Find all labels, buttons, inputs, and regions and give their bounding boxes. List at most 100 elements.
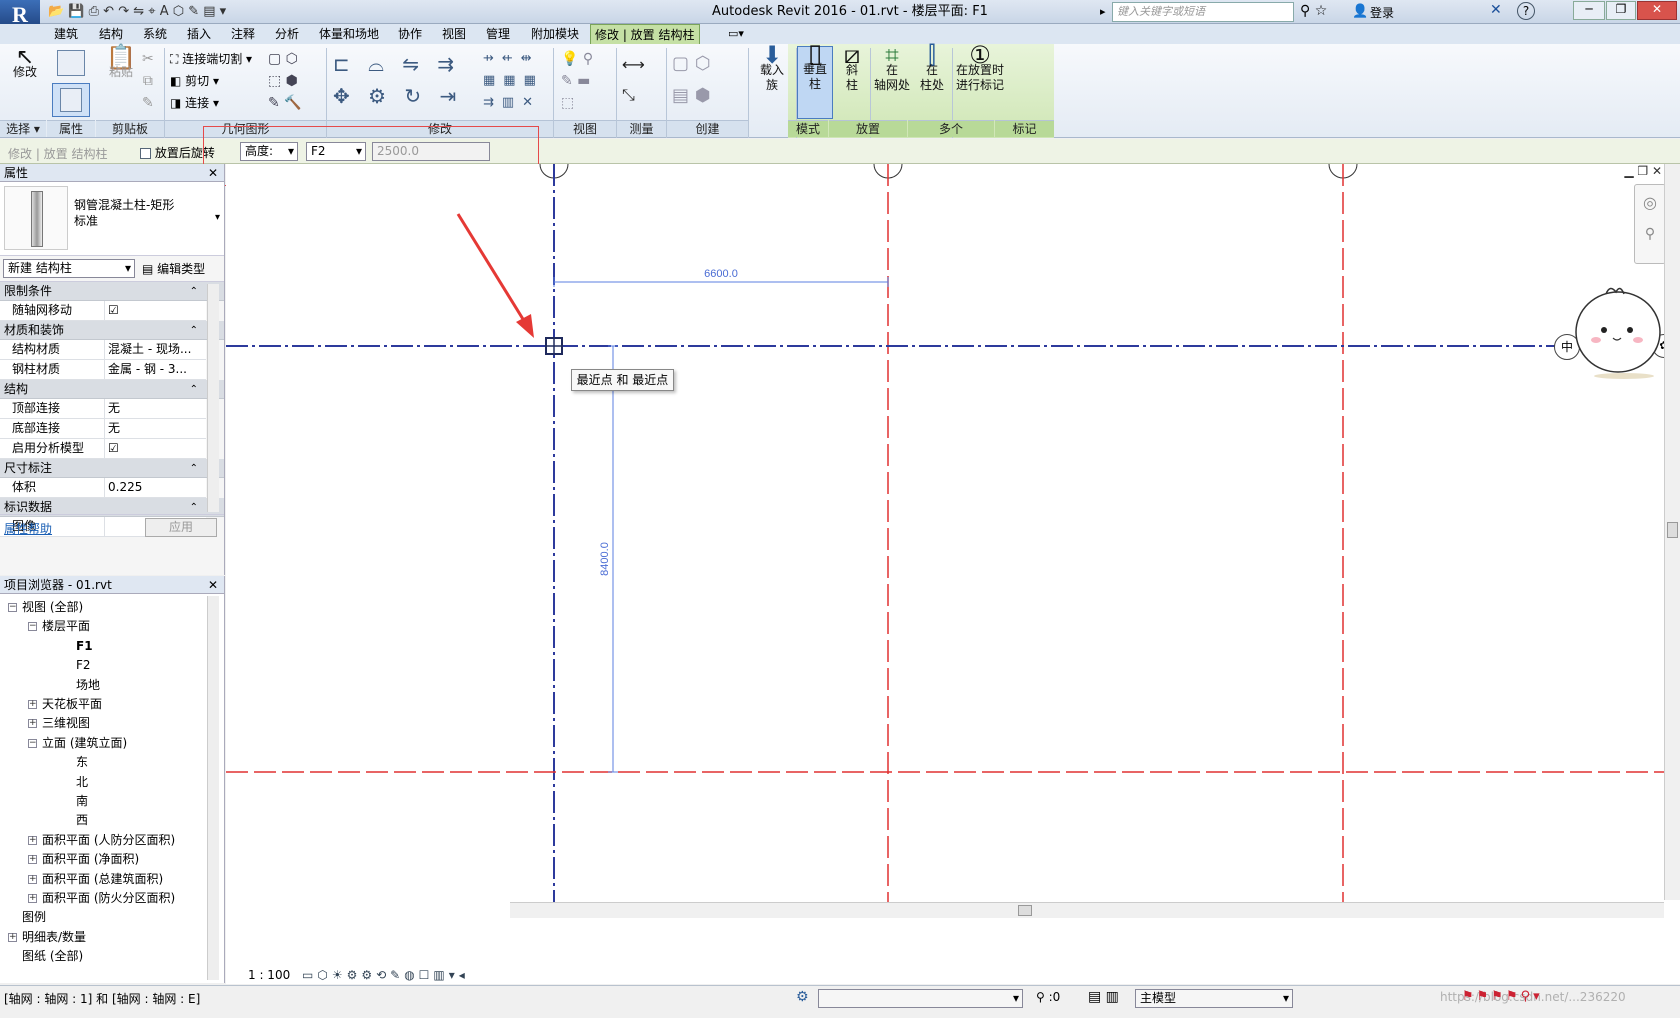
login-button[interactable]: 登录	[1370, 4, 1394, 21]
collapse-icon[interactable]: ⌃	[190, 321, 198, 340]
properties-scrollbar[interactable]	[207, 284, 219, 512]
binoculars-icon[interactable]: ⚲ ☆	[1300, 3, 1327, 19]
tab-annotate[interactable]: 注释	[227, 24, 259, 44]
tab-manage[interactable]: 管理	[482, 24, 514, 44]
tab-modify-place-column[interactable]: 修改 | 放置 结构柱	[590, 24, 700, 44]
collapse-icon[interactable]: ⌃	[190, 282, 198, 301]
property-group-header[interactable]: 限制条件 ⌃	[0, 282, 224, 301]
instance-filter-select[interactable]: 新建 结构柱 ▾	[3, 259, 135, 278]
property-row[interactable]: 钢柱材质 金属 - 钢 - 3...	[0, 360, 206, 380]
browser-tree-node[interactable]: 立面 (建筑立面)	[42, 734, 127, 753]
tab-analyze[interactable]: 分析	[271, 24, 303, 44]
property-group-header[interactable]: 尺寸标注 ⌃	[0, 459, 224, 478]
view-tools-icons[interactable]: 💡 ⚲ ✎ ▬ ⬚	[561, 48, 593, 114]
tab-architecture[interactable]: 建筑	[50, 24, 82, 44]
tab-view[interactable]: 视图	[438, 24, 470, 44]
workset-select[interactable]: ▾	[818, 989, 1023, 1008]
minimize-button[interactable]: ─	[1573, 1, 1605, 20]
load-family-button[interactable]: ⬇ 载入 族	[752, 43, 792, 93]
slanted-column-button[interactable]: ⧄ 斜 柱	[836, 42, 868, 93]
browser-tree-node[interactable]: 视图 (全部)	[22, 598, 83, 617]
navigation-bar[interactable]: ◎ ⚲	[1634, 184, 1666, 264]
close-browser-icon[interactable]: ✕	[208, 576, 218, 594]
measure-tools-icons[interactable]: ⟷ ⤡	[622, 50, 645, 110]
expand-node-icon[interactable]: +	[8, 932, 17, 942]
tab-addins[interactable]: 附加模块	[527, 24, 583, 44]
scroll-thumb[interactable]	[1667, 522, 1678, 538]
steering-wheel-icon[interactable]: ◎	[1635, 193, 1665, 212]
tab-systems[interactable]: 系统	[139, 24, 171, 44]
collapse-node-icon[interactable]: −	[28, 738, 37, 748]
browser-tree-node[interactable]: 面积平面 (人防分区面积)	[42, 831, 175, 850]
browser-tree-node[interactable]: F1	[76, 637, 93, 656]
properties-toggle-button[interactable]	[52, 83, 90, 117]
browser-scrollbar[interactable]	[207, 596, 219, 980]
view-control-bar[interactable]: 1 : 100 ▭⬡☀⚙⚙⟲✎◍☐▥▾◂	[240, 966, 570, 984]
expand-node-icon[interactable]: +	[28, 719, 37, 729]
type-properties-icon[interactable]	[54, 50, 88, 78]
vertical-column-button[interactable]: ▯ 垂直 柱	[797, 41, 833, 119]
tab-structure[interactable]: 结构	[95, 24, 127, 44]
property-row[interactable]: 启用分析模型 ☑	[0, 439, 206, 459]
maximize-button[interactable]: ❐	[1606, 1, 1636, 20]
filter-icon[interactable]: ⚲	[1036, 990, 1045, 1004]
collapse-node-icon[interactable]: −	[8, 603, 17, 612]
tag-on-placement-button[interactable]: ① 在放置时 进行标记	[954, 43, 1006, 93]
at-grids-button[interactable]: ⌗ 在 轴网处	[872, 43, 912, 93]
modify-tools-small-icons[interactable]: ⇸⇷⇹ ▦▦▦ ⇉▥✕	[483, 48, 544, 114]
zoom-icon[interactable]: ⚲	[1635, 226, 1665, 242]
tab-insert[interactable]: 插入	[183, 24, 215, 44]
property-group-header[interactable]: 材质和装饰 ⌃	[0, 321, 224, 340]
browser-tree-node[interactable]: 北	[76, 773, 88, 792]
selection-filter-icons[interactable]: ⚑⚑⚑⚑⚲▾	[1462, 989, 1543, 1004]
tab-massing-site[interactable]: 体量和场地	[315, 24, 383, 44]
worksets-icon[interactable]: ⚙	[796, 989, 809, 1005]
close-properties-icon[interactable]: ✕	[208, 164, 218, 182]
property-value[interactable]: 无	[104, 399, 200, 418]
browser-tree-node[interactable]: 东	[76, 753, 88, 772]
geometry-tools-icons[interactable]: ▢ ⬡ ⬚ ⬢ ✎ 🔨	[268, 48, 302, 114]
browser-tree-node[interactable]: F2	[76, 656, 91, 675]
apply-button[interactable]: 应用	[145, 518, 217, 537]
tab-collaborate[interactable]: 协作	[394, 24, 426, 44]
quick-access-toolbar[interactable]: 📂 💾 ⎙ ↶ ↷ ⇋ ⌖ A ⬡ ✎ ▤ ▾	[48, 3, 226, 21]
property-value[interactable]: 无	[104, 419, 200, 438]
modify-button[interactable]: ↖ 修改	[6, 47, 44, 80]
search-arrow-icon[interactable]: ▸	[1100, 5, 1106, 18]
property-value[interactable]: 0.225	[104, 478, 200, 497]
expand-node-icon[interactable]: +	[28, 894, 37, 903]
design-option-select[interactable]: 主模型 ▾	[1135, 989, 1293, 1008]
at-columns-button[interactable]: ⫿ 在 柱处	[914, 43, 950, 93]
expand-node-icon[interactable]: +	[28, 700, 37, 709]
help-icon[interactable]: ?	[1517, 2, 1535, 20]
view-control-icons[interactable]: ▭⬡☀⚙⚙⟲✎◍☐▥▾◂	[302, 966, 469, 984]
browser-tree-node[interactable]: 图例	[22, 908, 46, 927]
view-window-controls[interactable]: ▁ ❐ ✕	[1624, 164, 1662, 178]
property-row[interactable]: 结构材质 混凝土 - 现场...	[0, 340, 206, 360]
view-scale[interactable]: 1 : 100	[248, 966, 290, 984]
ribbon-options-icon[interactable]: ▭▾	[728, 27, 744, 40]
browser-tree-node[interactable]: 场地	[76, 676, 100, 695]
property-row[interactable]: 底部连接 无	[0, 419, 206, 439]
property-row[interactable]: 顶部连接 无	[0, 399, 206, 419]
edit-type-button[interactable]: ▤ 编辑类型	[142, 260, 205, 277]
property-value[interactable]: 金属 - 钢 - 3...	[104, 360, 200, 379]
type-selector[interactable]: 钢管混凝土柱-矩形 标准 ▾	[0, 182, 224, 256]
collapse-icon[interactable]: ⌃	[190, 380, 198, 399]
expand-node-icon[interactable]: +	[28, 855, 37, 865]
collapse-node-icon[interactable]: −	[28, 622, 37, 632]
collapse-icon[interactable]: ⌃	[190, 459, 198, 478]
browser-tree-node[interactable]: 三维视图	[42, 714, 90, 733]
property-row[interactable]: 随轴网移动 ☑	[0, 301, 206, 321]
close-window-button[interactable]: ✕	[1637, 1, 1677, 20]
browser-tree-node[interactable]: 西	[76, 811, 88, 830]
browser-tree-node[interactable]: 南	[76, 792, 88, 811]
join-geometry-button[interactable]: ◨ 连接 ▾	[170, 94, 219, 111]
join-cut-button[interactable]: ⛶ 连接端切割 ▾	[170, 50, 252, 67]
floor-plan-svg[interactable]: 6600.0 8400.0	[226, 164, 1680, 984]
browser-tree-node[interactable]: 明细表/数量	[22, 928, 86, 947]
modify-tools-large-icons[interactable]: ⊏ ⌓ ⇋ ⇉ ✥ ⚙ ↻ ⇥	[333, 48, 462, 112]
browser-tree-node[interactable]: 图纸 (全部)	[22, 947, 83, 966]
properties-help-link[interactable]: 属性帮助	[4, 520, 52, 537]
canvas-horizontal-scrollbar[interactable]	[510, 902, 1664, 918]
